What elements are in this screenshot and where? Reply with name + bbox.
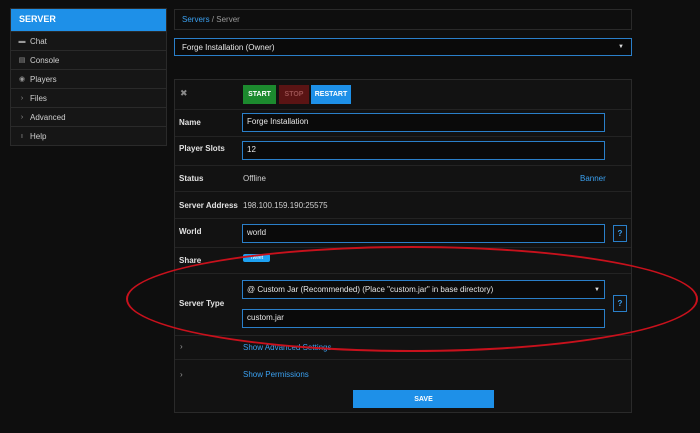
- sidebar-item-console[interactable]: ▤ Console: [11, 50, 166, 69]
- sidebar-item-files[interactable]: › Files: [11, 88, 166, 107]
- chat-icon: ▬: [18, 37, 26, 45]
- permissions-row: › Show Permissions: [175, 359, 631, 387]
- player-slots-row: Player Slots 12: [175, 136, 631, 165]
- sidebar-item-label: Help: [30, 131, 47, 141]
- server-sidebar: SERVER ▬ Chat ▤ Console ◉ Players › File…: [10, 8, 167, 146]
- name-label: Name: [179, 118, 201, 127]
- save-row: SAVE: [175, 387, 631, 414]
- sidebar-item-players[interactable]: ◉ Players: [11, 69, 166, 88]
- chevron-right-icon[interactable]: ›: [180, 342, 183, 351]
- start-button[interactable]: START: [243, 85, 276, 104]
- sidebar-item-help[interactable]: ı Help: [11, 126, 166, 145]
- world-help-button[interactable]: ?: [613, 225, 627, 242]
- name-row: Name Forge Installation: [175, 109, 631, 136]
- server-type-help-button[interactable]: ?: [613, 295, 627, 312]
- sidebar-item-label: Console: [30, 55, 60, 65]
- breadcrumb-separator: /: [211, 15, 215, 24]
- console-icon: ▤: [18, 57, 26, 64]
- breadcrumb-servers-link[interactable]: Servers: [182, 15, 210, 24]
- dropdown-caret-icon: ▼: [618, 44, 624, 50]
- breadcrumb-current: Server: [216, 15, 240, 24]
- sidebar-header: SERVER: [11, 9, 166, 31]
- server-type-select[interactable]: @ Custom Jar (Recommended) (Place "custo…: [242, 280, 605, 299]
- stop-button[interactable]: STOP: [279, 85, 309, 104]
- sidebar-item-label: Advanced: [30, 112, 66, 122]
- server-address-row: Server Address 198.100.159.190:25575: [175, 191, 631, 218]
- restart-button[interactable]: RESTART: [311, 85, 351, 104]
- share-label: Share: [179, 256, 202, 265]
- players-icon: ◉: [18, 76, 26, 83]
- name-input[interactable]: Forge Installation: [242, 113, 605, 132]
- toolbar-row: ✖ START STOP RESTART: [175, 80, 631, 109]
- breadcrumb: Servers / Server: [174, 9, 632, 30]
- server-type-row: Server Type @ Custom Jar (Recommended) (…: [175, 273, 631, 335]
- sidebar-item-label: Players: [30, 74, 57, 84]
- sidebar-item-advanced[interactable]: › Advanced: [11, 107, 166, 126]
- advanced-settings-row: › Show Advanced Settings: [175, 335, 631, 359]
- banner-link[interactable]: Banner: [580, 174, 606, 183]
- sidebar-item-label: Files: [30, 93, 47, 103]
- save-button[interactable]: SAVE: [353, 390, 494, 408]
- sidebar-item-label: Chat: [30, 36, 47, 46]
- server-address-value: 198.100.159.190:25575: [243, 201, 328, 210]
- custom-jar-input[interactable]: custom.jar: [242, 309, 605, 328]
- status-label: Status: [179, 174, 204, 183]
- chevron-right-icon: ›: [20, 94, 24, 102]
- server-type-select-value: @ Custom Jar (Recommended) (Place "custo…: [247, 285, 494, 294]
- player-slots-input[interactable]: 12: [242, 141, 605, 160]
- show-advanced-settings-link[interactable]: Show Advanced Settings: [243, 343, 332, 352]
- show-permissions-link[interactable]: Show Permissions: [243, 370, 309, 379]
- server-select-value: Forge Installation (Owner): [182, 42, 275, 52]
- chevron-right-icon[interactable]: ›: [180, 370, 183, 379]
- dropdown-caret-icon: ▼: [594, 286, 600, 293]
- world-label: World: [179, 227, 202, 236]
- server-type-label: Server Type: [179, 299, 225, 308]
- server-settings-panel: ✖ START STOP RESTART Name Forge Installa…: [174, 79, 632, 413]
- share-row: Share Tweet: [175, 247, 631, 273]
- world-input[interactable]: world: [242, 224, 605, 243]
- status-value: Offline: [243, 174, 266, 183]
- tweet-button[interactable]: Tweet: [243, 254, 270, 262]
- close-icon[interactable]: ✖: [180, 88, 188, 99]
- chevron-right-icon: ›: [20, 113, 24, 121]
- info-icon: ı: [21, 132, 23, 140]
- status-row: Status Offline Banner: [175, 165, 631, 191]
- player-slots-label: Player Slots: [179, 144, 225, 153]
- server-address-label: Server Address: [179, 201, 238, 210]
- world-row: World world ?: [175, 218, 631, 247]
- sidebar-item-chat[interactable]: ▬ Chat: [11, 31, 166, 50]
- server-select[interactable]: Forge Installation (Owner) ▼: [174, 38, 632, 56]
